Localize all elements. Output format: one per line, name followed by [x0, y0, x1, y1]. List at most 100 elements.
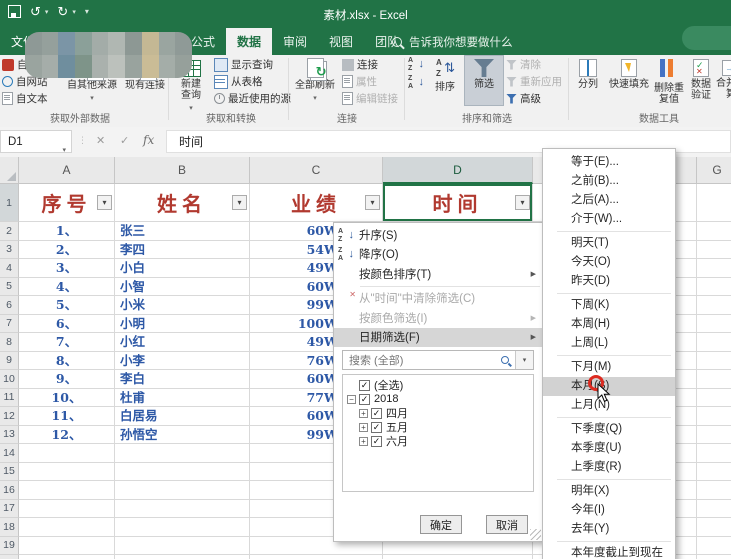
col-header-B[interactable]: B	[115, 157, 250, 184]
submenu-item[interactable]: 下周(K)	[543, 296, 675, 315]
cell[interactable]	[697, 500, 731, 519]
cell[interactable]	[115, 481, 250, 500]
submenu-item[interactable]: 明年(X)	[543, 482, 675, 501]
cell-g1[interactable]	[697, 184, 731, 222]
properties-button[interactable]: 属性	[342, 74, 377, 89]
cell[interactable]: 小白	[115, 259, 250, 278]
resize-grip[interactable]	[530, 529, 541, 540]
row-header[interactable]: 3	[0, 241, 19, 260]
cell[interactable]: 6、	[19, 315, 115, 334]
refresh-all-button[interactable]: 全部刷新▾	[292, 56, 338, 106]
cell-c1[interactable]: 业绩▾	[250, 184, 383, 222]
cell[interactable]: 小红	[115, 333, 250, 352]
filter-dropdown-icon-c[interactable]: ▾	[365, 195, 380, 210]
sort-ascending-button[interactable]: AZ↓	[407, 57, 425, 72]
cell[interactable]	[697, 315, 731, 334]
submenu-item[interactable]: 本季度(U)	[543, 439, 675, 458]
data-validation-button[interactable]: 数据验证	[688, 56, 714, 106]
cell[interactable]	[115, 444, 250, 463]
checkbox-checked-icon[interactable]: ✓	[359, 380, 370, 391]
cell[interactable]	[697, 444, 731, 463]
cell[interactable]: 10、	[19, 389, 115, 408]
insert-function-icon[interactable]: fx	[143, 133, 154, 147]
cell[interactable]	[697, 278, 731, 297]
row-header[interactable]: 14	[0, 444, 19, 463]
checkbox-checked-icon[interactable]: ✓	[359, 394, 370, 405]
cell[interactable]	[697, 352, 731, 371]
row-header[interactable]: 20	[0, 555, 19, 559]
edit-links-button[interactable]: 编辑链接	[342, 91, 398, 106]
filter-dropdown-icon-b[interactable]: ▾	[232, 195, 247, 210]
submenu-item[interactable]: 昨天(D)	[543, 272, 675, 291]
row-header[interactable]: 15	[0, 463, 19, 482]
cell[interactable]	[697, 555, 731, 559]
cell[interactable]: 李四	[115, 241, 250, 260]
text-to-columns-button[interactable]: 分列	[572, 56, 604, 106]
cell[interactable]: 8、	[19, 352, 115, 371]
cell[interactable]: 1、	[19, 222, 115, 241]
search-input[interactable]	[347, 352, 501, 370]
cell[interactable]	[697, 463, 731, 482]
filter-search-box[interactable]: ▾	[342, 350, 534, 370]
cell[interactable]: 5、	[19, 296, 115, 315]
menu-item[interactable]: ✕从"时间"中清除筛选(C)	[334, 289, 542, 309]
row-header[interactable]: 5	[0, 278, 19, 297]
cancel-icon[interactable]: ✕	[96, 134, 105, 147]
submenu-item[interactable]: 之后(A)...	[543, 191, 675, 210]
cell[interactable]	[697, 426, 731, 445]
row-header[interactable]: 9	[0, 352, 19, 371]
submenu-item[interactable]: 今年(I)	[543, 501, 675, 520]
expander-minus-icon[interactable]: −	[347, 395, 356, 404]
enter-icon[interactable]: ✓	[120, 134, 129, 147]
submenu-item[interactable]: 今天(O)	[543, 253, 675, 272]
cell-a1[interactable]: 序号▾	[19, 184, 115, 222]
row-header[interactable]: 19	[0, 537, 19, 556]
cell[interactable]: 小智	[115, 278, 250, 297]
menu-item[interactable]: AZ↓升序(S)	[334, 225, 542, 245]
cell[interactable]	[19, 555, 115, 559]
cell[interactable]: 李白	[115, 370, 250, 389]
advanced-filter-button[interactable]: 高级	[506, 91, 541, 106]
col-header-C[interactable]: C	[250, 157, 383, 184]
ok-button[interactable]: 确定	[420, 515, 462, 534]
row-header-1[interactable]: 1	[0, 184, 19, 222]
flash-fill-button[interactable]: 快速填充	[606, 56, 652, 106]
col-header-A[interactable]: A	[19, 157, 115, 184]
cell[interactable]: 11、	[19, 407, 115, 426]
cell[interactable]: 9、	[19, 370, 115, 389]
cell[interactable]: 4、	[19, 278, 115, 297]
filter-button[interactable]: 筛选	[464, 55, 504, 106]
row-header[interactable]: 11	[0, 389, 19, 408]
cell[interactable]	[115, 518, 250, 537]
tree-item[interactable]: +✓六月	[343, 434, 533, 448]
cell[interactable]	[697, 518, 731, 537]
cell[interactable]	[115, 463, 250, 482]
cell[interactable]: 3、	[19, 259, 115, 278]
filter-dropdown-icon-a[interactable]: ▾	[97, 195, 112, 210]
filter-dropdown-icon-d[interactable]: ▾	[515, 195, 530, 210]
menu-item[interactable]: ZA↓降序(O)	[334, 245, 542, 265]
cell[interactable]	[697, 407, 731, 426]
cell[interactable]	[19, 537, 115, 556]
tree-item[interactable]: ✓(全选)	[343, 378, 533, 392]
cell[interactable]	[115, 555, 250, 559]
reapply-button[interactable]: 重新应用	[506, 74, 562, 89]
tree-item[interactable]: −✓2018	[343, 392, 533, 406]
cell[interactable]	[697, 333, 731, 352]
sort-button[interactable]: AZ⇅排序	[428, 56, 462, 106]
cell[interactable]	[19, 518, 115, 537]
col-header-D[interactable]: D	[383, 157, 533, 184]
row-header[interactable]: 13	[0, 426, 19, 445]
expander-plus-icon[interactable]: +	[359, 437, 368, 446]
cell[interactable]	[697, 222, 731, 241]
submenu-item[interactable]: 去年(Y)	[543, 520, 675, 539]
row-header[interactable]: 4	[0, 259, 19, 278]
cell-b1[interactable]: 姓名▾	[115, 184, 250, 222]
row-header[interactable]: 6	[0, 296, 19, 315]
cell[interactable]	[19, 500, 115, 519]
submenu-item[interactable]: 之前(B)...	[543, 172, 675, 191]
col-header-G[interactable]: G	[697, 157, 731, 184]
cell[interactable]	[19, 444, 115, 463]
submenu-item[interactable]: 等于(E)...	[543, 153, 675, 172]
tell-me-box[interactable]: 告诉我你想要做什么	[392, 28, 513, 55]
